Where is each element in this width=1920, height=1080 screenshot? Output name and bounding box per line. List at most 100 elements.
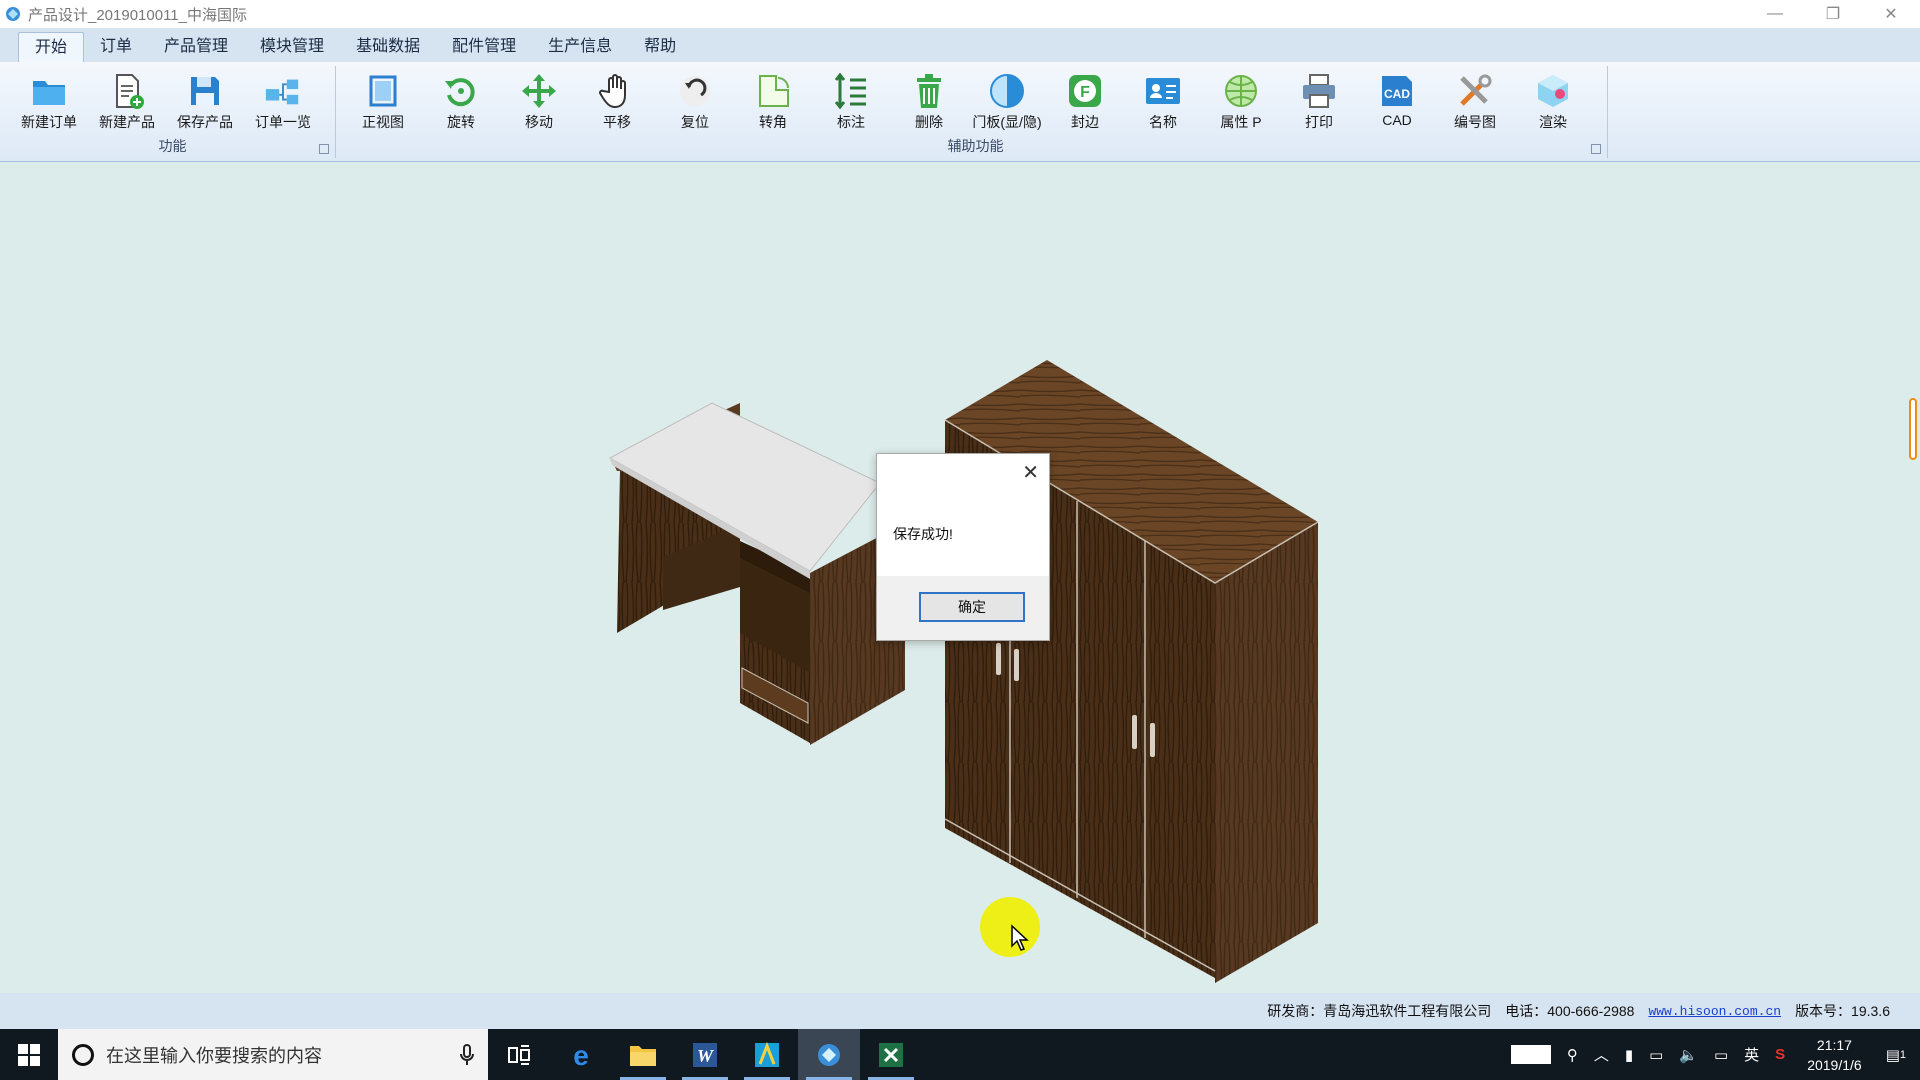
- clock-date: 2019/1/6: [1807, 1056, 1862, 1073]
- tab-start[interactable]: 开始: [18, 32, 85, 62]
- render-button[interactable]: 渲染: [1514, 66, 1592, 136]
- dialog-footer: 确定: [877, 576, 1049, 640]
- ok-button[interactable]: 确定: [919, 592, 1025, 622]
- svg-text:F: F: [1080, 84, 1090, 101]
- hand-icon: [598, 72, 636, 110]
- numbering-drawing-button[interactable]: 编号图: [1436, 66, 1514, 136]
- pan-button[interactable]: 平移: [578, 66, 656, 136]
- edge-banding-button[interactable]: F 封边: [1046, 66, 1124, 136]
- menu-tabs: 开始 订单 产品管理 模块管理 基础数据 配件管理 生产信息 帮助: [0, 28, 1920, 62]
- restore-button[interactable]: ❐: [1804, 0, 1862, 28]
- scroll-handle[interactable]: [1909, 398, 1917, 460]
- save-product-button[interactable]: 保存产品: [166, 66, 244, 136]
- corner-button[interactable]: 转角: [734, 66, 812, 136]
- tab-orders[interactable]: 订单: [84, 32, 148, 62]
- sogou-ime-icon[interactable]: S: [1775, 1046, 1785, 1063]
- save-icon: [186, 72, 224, 110]
- move-icon: [520, 72, 558, 110]
- tab-help[interactable]: 帮助: [628, 32, 692, 62]
- tab-production-info[interactable]: 生产信息: [532, 32, 628, 62]
- dialog-launcher-icon[interactable]: [319, 144, 329, 154]
- edge-browser-button[interactable]: e: [550, 1029, 612, 1080]
- title-bar: 产品设计_2019010011_中海国际 — ❐ ✕: [0, 0, 1920, 28]
- cad-icon: CAD: [1378, 72, 1416, 110]
- volume-icon[interactable]: 🔈: [1679, 1046, 1698, 1064]
- start-button[interactable]: [0, 1029, 58, 1080]
- half-circle-icon: [988, 72, 1026, 110]
- print-button[interactable]: 打印: [1280, 66, 1358, 136]
- usb-icon[interactable]: ▮: [1625, 1046, 1633, 1064]
- minimize-button[interactable]: —: [1746, 0, 1804, 28]
- order-list-button[interactable]: 订单一览: [244, 66, 322, 136]
- action-center-icon[interactable]: ▤ 1: [1886, 1046, 1906, 1064]
- excel-button[interactable]: [860, 1029, 922, 1080]
- folder-icon: [30, 72, 68, 110]
- rotate-button[interactable]: 旋转: [422, 66, 500, 136]
- reset-button[interactable]: 复位: [656, 66, 734, 136]
- svg-text:W: W: [697, 1046, 715, 1066]
- desk-model: [608, 402, 905, 745]
- dialog-close-icon[interactable]: ✕: [1022, 460, 1039, 485]
- status-bar: 研发商：青岛海迅软件工程有限公司 电话：400-666-2988 www.his…: [0, 993, 1920, 1029]
- file-explorer-button[interactable]: [612, 1029, 674, 1080]
- show-hidden-icons-icon[interactable]: ︿: [1594, 1044, 1609, 1065]
- mouse-cursor-icon: [1011, 924, 1029, 951]
- properties-button[interactable]: 属性 P: [1202, 66, 1280, 136]
- new-order-button[interactable]: 新建订单: [10, 66, 88, 136]
- developer-info: 研发商：青岛海迅软件工程有限公司: [1267, 1003, 1492, 1019]
- front-view-button[interactable]: 正视图: [344, 66, 422, 136]
- tools-icon: [1456, 72, 1494, 110]
- new-product-button[interactable]: 新建产品: [88, 66, 166, 136]
- group-label-functions: 功能: [158, 138, 187, 154]
- cad-button[interactable]: CAD CAD: [1358, 66, 1436, 136]
- move-button[interactable]: 移动: [500, 66, 578, 136]
- printer-icon: [1300, 72, 1338, 110]
- autocad-icon: [755, 1041, 779, 1067]
- notification-count: 1: [1899, 1048, 1906, 1061]
- search-placeholder: 在这里输入你要搜索的内容: [106, 1045, 322, 1066]
- render-icon: [1534, 72, 1572, 110]
- trash-icon: [910, 72, 948, 110]
- group-label-auxiliary: 辅助功能: [947, 138, 1004, 154]
- taskbar-search[interactable]: 在这里输入你要搜索的内容: [58, 1029, 488, 1080]
- version-info: 版本号：19.3.6: [1795, 1003, 1890, 1019]
- dimension-button[interactable]: 标注: [812, 66, 890, 136]
- front-view-icon: [364, 72, 402, 110]
- windows-logo-icon: [18, 1043, 40, 1066]
- system-clock[interactable]: 21:17 2019/1/6: [1807, 1035, 1862, 1075]
- dialog-message: 保存成功!: [893, 526, 953, 542]
- app-logo-icon: [6, 7, 20, 21]
- tab-base-data[interactable]: 基础数据: [340, 32, 436, 62]
- system-tray: 47% ⚲ ︿ ▮ ▭ 🔈 ▭ 英 S 21:17 2019/1/6 ▤ 1: [1503, 1029, 1920, 1080]
- folder-icon: [630, 1045, 656, 1066]
- clock-time: 21:17: [1816, 1036, 1852, 1053]
- word-button[interactable]: W: [674, 1029, 736, 1080]
- battery-indicator[interactable]: 47%: [1510, 1045, 1551, 1064]
- battery-icon[interactable]: ▭: [1649, 1046, 1663, 1064]
- windows-taskbar: 在这里输入你要搜索的内容 e W 47% ⚲ ︿ ▮ ▭ 🔈 ▭ 英 S 21:…: [0, 1029, 1920, 1080]
- phone-info: 电话：400-666-2988: [1505, 1003, 1635, 1019]
- microphone-icon[interactable]: [460, 1043, 474, 1066]
- network-icon[interactable]: ▭: [1714, 1046, 1728, 1064]
- tab-accessory-management[interactable]: 配件管理: [436, 32, 532, 62]
- task-view-button[interactable]: [488, 1029, 550, 1080]
- people-icon[interactable]: ⚲: [1567, 1046, 1578, 1064]
- reset-icon: [676, 72, 714, 110]
- tab-module-management[interactable]: 模块管理: [244, 32, 340, 62]
- org-chart-icon: [264, 72, 302, 110]
- edge-icon: e: [573, 1041, 589, 1069]
- name-button[interactable]: 名称: [1124, 66, 1202, 136]
- product-design-app-button[interactable]: [798, 1029, 860, 1080]
- autocad-button[interactable]: [736, 1029, 798, 1080]
- tab-product-management[interactable]: 产品管理: [148, 32, 244, 62]
- save-success-dialog: ✕ 保存成功! 确定: [876, 453, 1050, 641]
- website-link[interactable]: www.hisoon.com.cn: [1648, 1004, 1781, 1019]
- ime-indicator[interactable]: 英: [1744, 1044, 1759, 1065]
- app-logo-icon: [818, 1043, 840, 1066]
- close-button[interactable]: ✕: [1862, 0, 1920, 28]
- delete-button[interactable]: 删除: [890, 66, 968, 136]
- ribbon: 新建订单 新建产品 保存产品 订单一览 功能 正视图 旋转 移动 平移 复位 转…: [0, 62, 1920, 162]
- door-toggle-button[interactable]: 门板(显/隐): [968, 66, 1046, 136]
- dialog-launcher-icon[interactable]: [1591, 144, 1601, 154]
- excel-icon: [879, 1042, 903, 1067]
